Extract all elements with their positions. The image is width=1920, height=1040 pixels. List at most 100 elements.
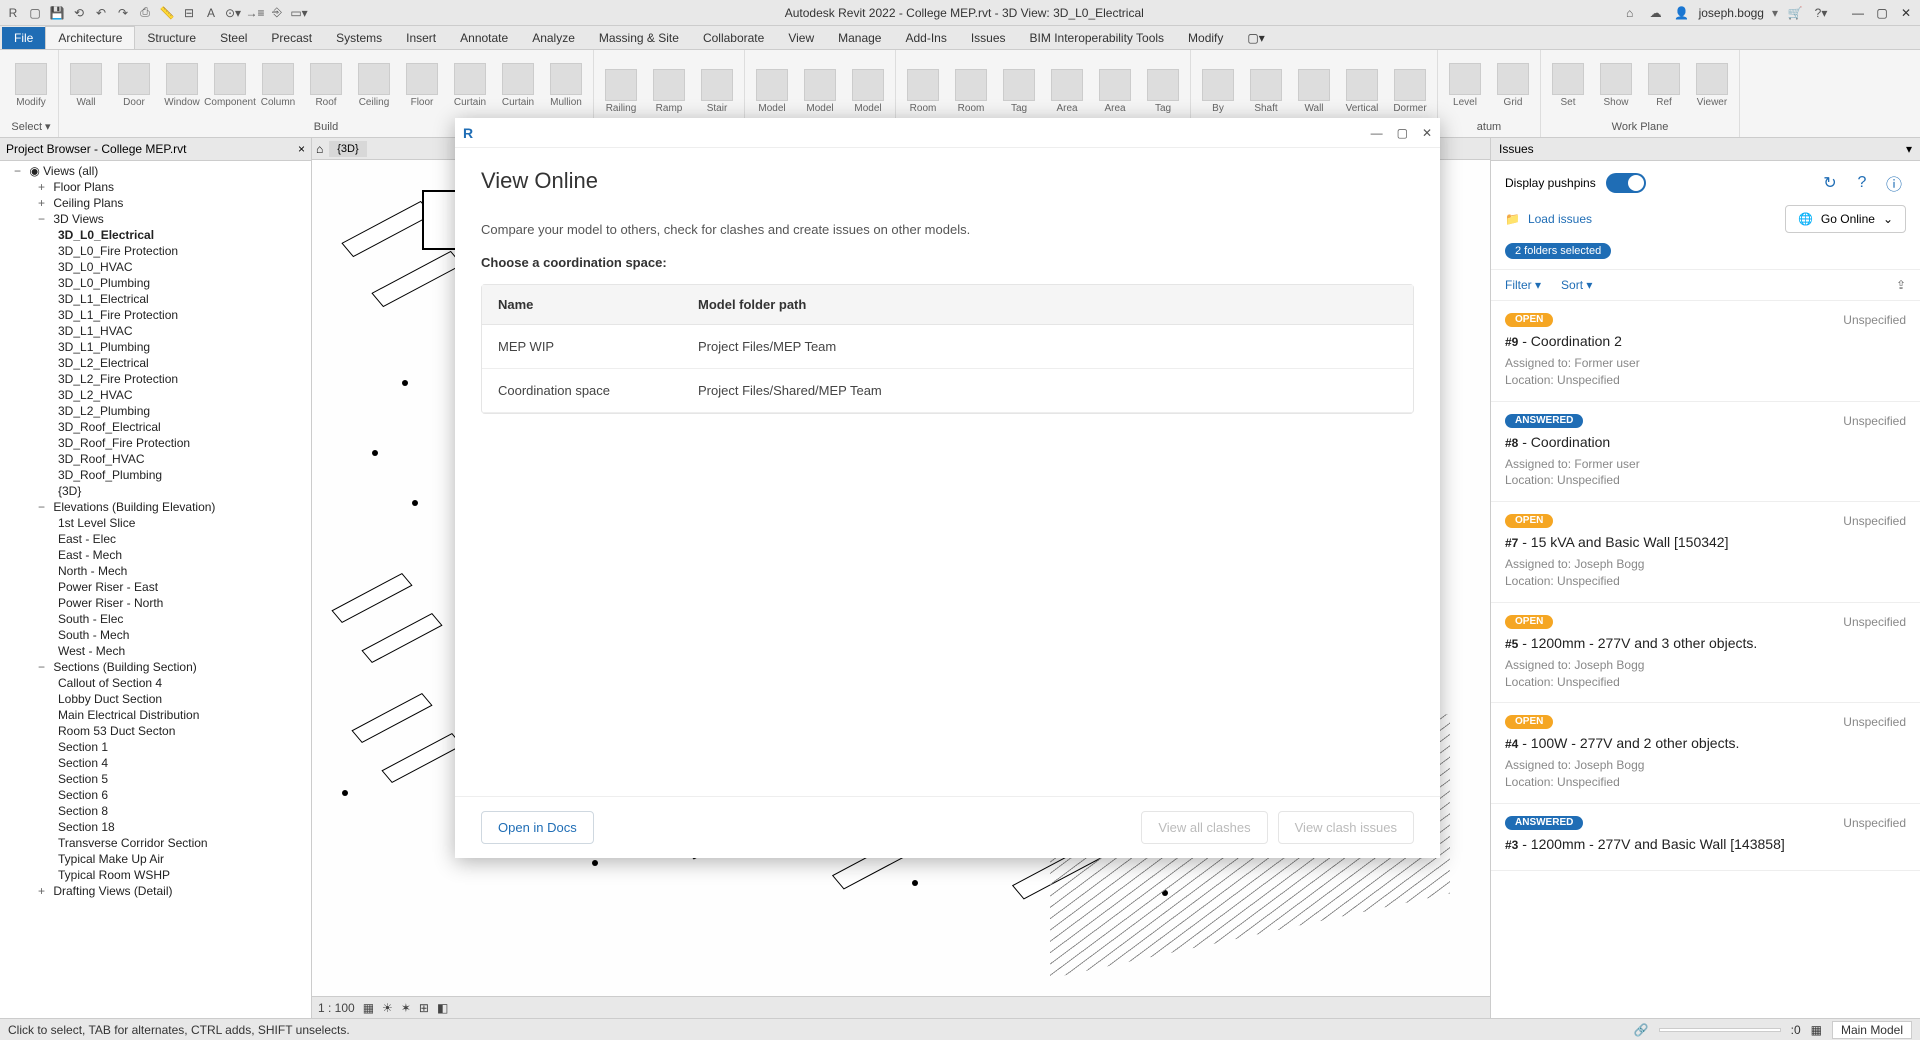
tree-node[interactable]: North - Mech xyxy=(0,563,311,579)
tool-door[interactable]: Door xyxy=(111,63,157,108)
tree-node[interactable]: 3D_L2_Electrical xyxy=(0,355,311,371)
tree-node[interactable]: − Sections (Building Section) xyxy=(0,659,311,675)
link-icon[interactable]: 🔗 xyxy=(1634,1023,1649,1037)
minimize-button[interactable]: — xyxy=(1848,5,1868,21)
tree-node[interactable]: + Drafting Views (Detail) xyxy=(0,883,311,899)
issue-item[interactable]: OPENUnspecified#4 - 100W - 277V and 2 ot… xyxy=(1491,703,1920,804)
pushpins-toggle[interactable] xyxy=(1606,173,1646,193)
tab-systems[interactable]: Systems xyxy=(324,27,394,49)
tree-node[interactable]: − 3D Views xyxy=(0,211,311,227)
tool-by[interactable]: By xyxy=(1195,69,1241,114)
scale[interactable]: 1 : 100 xyxy=(318,1001,355,1015)
tab-collaborate[interactable]: Collaborate xyxy=(691,27,776,49)
browser-tree[interactable]: − ◉ Views (all)+ Floor Plans+ Ceiling Pl… xyxy=(0,161,311,1018)
tree-node[interactable]: Section 6 xyxy=(0,787,311,803)
tree-node[interactable]: − ◉ Views (all) xyxy=(0,163,311,179)
redo-icon[interactable]: ↷ xyxy=(114,4,132,22)
model-icon[interactable]: ▦ xyxy=(1811,1023,1822,1037)
more-icon[interactable]: ⊙▾ xyxy=(224,4,242,22)
open-in-docs-button[interactable]: Open in Docs xyxy=(481,811,594,844)
tool-room[interactable]: Room xyxy=(900,69,946,114)
tool-ramp[interactable]: Ramp xyxy=(646,69,692,114)
tool-area[interactable]: Area xyxy=(1092,69,1138,114)
user-icon[interactable]: 👤 xyxy=(1673,4,1691,22)
tree-node[interactable]: Lobby Duct Section xyxy=(0,691,311,707)
tree-node[interactable]: Section 8 xyxy=(0,803,311,819)
tree-node[interactable]: Section 5 xyxy=(0,771,311,787)
switch-icon[interactable]: ▭▾ xyxy=(290,4,308,22)
tool-area[interactable]: Area xyxy=(1044,69,1090,114)
filter-button[interactable]: Filter ▾ xyxy=(1505,278,1541,292)
issue-item[interactable]: ANSWEREDUnspecified#8 - CoordinationAssi… xyxy=(1491,402,1920,503)
dialog-close-button[interactable]: ✕ xyxy=(1422,126,1432,140)
issue-item[interactable]: OPENUnspecified#9 - Coordination 2Assign… xyxy=(1491,301,1920,402)
view-tool-icon[interactable]: ⊞ xyxy=(419,1001,429,1015)
tree-node[interactable]: 3D_L1_HVAC xyxy=(0,323,311,339)
align-icon[interactable]: →≡ xyxy=(246,4,264,22)
tab-precast[interactable]: Precast xyxy=(259,27,324,49)
undo-icon[interactable]: ↶ xyxy=(92,4,110,22)
tab-insert[interactable]: Insert xyxy=(394,27,448,49)
tree-node[interactable]: Section 1 xyxy=(0,739,311,755)
tree-node[interactable]: 3D_L0_Fire Protection xyxy=(0,243,311,259)
tab-annotate[interactable]: Annotate xyxy=(448,27,520,49)
tree-node[interactable]: Typical Make Up Air xyxy=(0,851,311,867)
coordination-row[interactable]: Coordination spaceProject Files/Shared/M… xyxy=(482,369,1413,413)
tab-manage[interactable]: Manage xyxy=(826,27,893,49)
tree-node[interactable]: Typical Room WSHP xyxy=(0,867,311,883)
username[interactable]: joseph.bogg xyxy=(1699,6,1764,20)
view-tool-icon[interactable]: ▦ xyxy=(363,1001,374,1015)
view-clash-issues-button[interactable]: View clash issues xyxy=(1278,811,1414,844)
tool-model[interactable]: Model xyxy=(749,69,795,114)
view-tool-icon[interactable]: ☀ xyxy=(382,1001,393,1015)
status-field[interactable] xyxy=(1659,1028,1781,1032)
tree-node[interactable]: 3D_L0_Electrical xyxy=(0,227,311,243)
tool-curtain[interactable]: Curtain xyxy=(495,63,541,108)
tree-node[interactable]: 3D_L0_HVAC xyxy=(0,259,311,275)
tree-node[interactable]: + Ceiling Plans xyxy=(0,195,311,211)
tool-floor[interactable]: Floor xyxy=(399,63,445,108)
tree-node[interactable]: East - Elec xyxy=(0,531,311,547)
tool-wall[interactable]: Wall xyxy=(1291,69,1337,114)
tab-analyze[interactable]: Analyze xyxy=(520,27,587,49)
tree-node[interactable]: 3D_L2_Fire Protection xyxy=(0,371,311,387)
tool-set[interactable]: Set xyxy=(1545,63,1591,108)
issue-item[interactable]: OPENUnspecified#5 - 1200mm - 277V and 3 … xyxy=(1491,603,1920,704)
tab-view[interactable]: View xyxy=(776,27,826,49)
tool-model[interactable]: Model xyxy=(845,69,891,114)
panel-menu-icon[interactable]: ▾ xyxy=(1906,142,1912,156)
tree-node[interactable]: Callout of Section 4 xyxy=(0,675,311,691)
tool-viewer[interactable]: Viewer xyxy=(1689,63,1735,108)
dialog-titlebar[interactable]: R — ▢ ✕ xyxy=(455,118,1440,148)
tree-node[interactable]: Room 53 Duct Secton xyxy=(0,723,311,739)
tab-massing-&-site[interactable]: Massing & Site xyxy=(587,27,691,49)
tree-node[interactable]: East - Mech xyxy=(0,547,311,563)
tool-column[interactable]: Column xyxy=(255,63,301,108)
load-issues-button[interactable]: 📁 Load issues xyxy=(1505,212,1592,226)
tool-vertical[interactable]: Vertical xyxy=(1339,69,1385,114)
go-online-button[interactable]: 🌐 Go Online ⌄ xyxy=(1785,205,1906,233)
maximize-button[interactable]: ▢ xyxy=(1872,5,1892,21)
tree-node[interactable]: 3D_L2_Plumbing xyxy=(0,403,311,419)
tab-bim-interoperability-tools[interactable]: BIM Interoperability Tools xyxy=(1018,27,1177,49)
tab-overflow[interactable]: ▢▾ xyxy=(1235,27,1276,49)
tree-node[interactable]: Section 18 xyxy=(0,819,311,835)
tree-node[interactable]: Power Riser - East xyxy=(0,579,311,595)
tab-architecture[interactable]: Architecture xyxy=(45,26,135,49)
tree-node[interactable]: Main Electrical Distribution xyxy=(0,707,311,723)
view-tab[interactable]: {3D} xyxy=(329,141,366,157)
dim-icon[interactable]: ⊟ xyxy=(180,4,198,22)
measure-icon[interactable]: 📏 xyxy=(158,4,176,22)
sync-icon[interactable]: ⟲ xyxy=(70,4,88,22)
tool-wall[interactable]: Wall xyxy=(63,63,109,108)
tree-node[interactable]: 3D_L0_Plumbing xyxy=(0,275,311,291)
tab-modify[interactable]: Modify xyxy=(1176,27,1235,49)
tool-railing[interactable]: Railing xyxy=(598,69,644,114)
issue-item[interactable]: OPENUnspecified#7 - 15 kVA and Basic Wal… xyxy=(1491,502,1920,603)
view-tool-icon[interactable]: ✶ xyxy=(401,1001,411,1015)
tool-window[interactable]: Window xyxy=(159,63,205,108)
tree-node[interactable]: 3D_Roof_Plumbing xyxy=(0,467,311,483)
info-icon[interactable]: ⓘ xyxy=(1882,171,1906,195)
tool-show[interactable]: Show xyxy=(1593,63,1639,108)
tree-node[interactable]: 3D_L1_Fire Protection xyxy=(0,307,311,323)
